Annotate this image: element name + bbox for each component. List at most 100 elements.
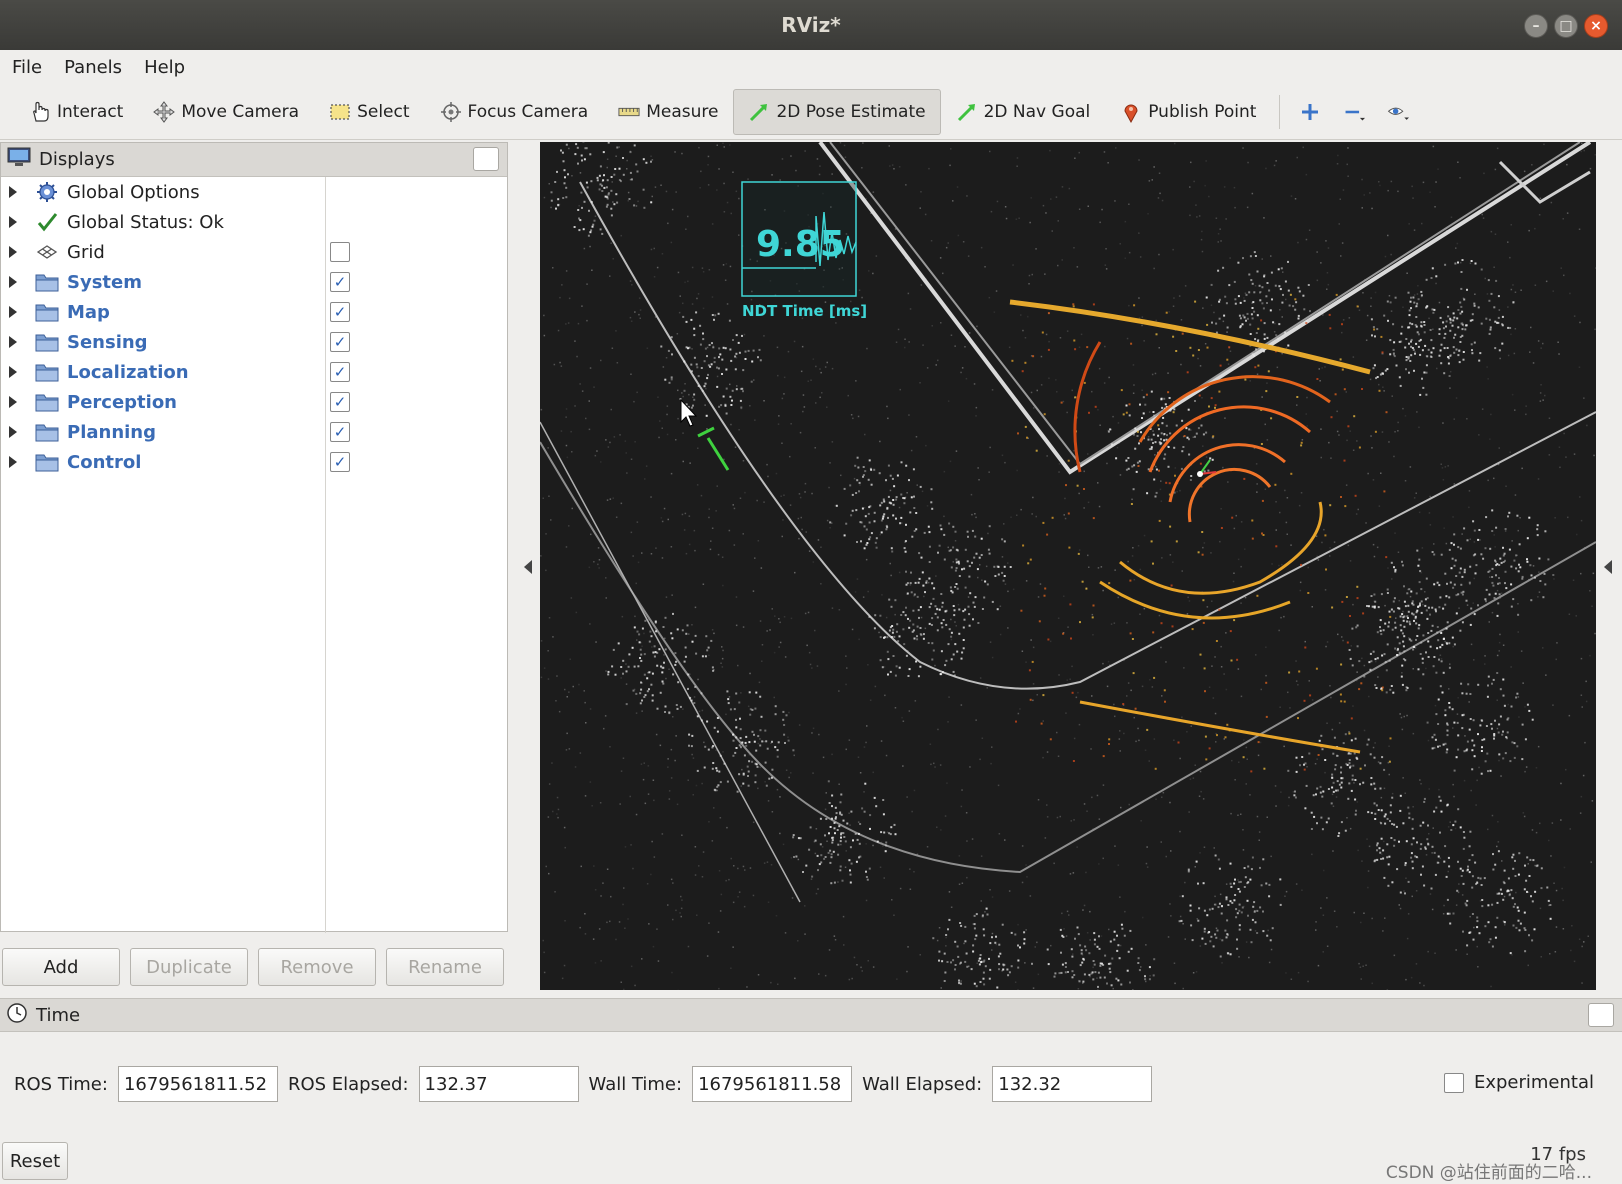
publish-point-tool[interactable]: Publish Point (1105, 89, 1271, 135)
ndt-value: 9.85 (756, 224, 845, 265)
pose-estimate-tool[interactable]: 2D Pose Estimate (733, 88, 941, 135)
gear-icon (35, 181, 59, 203)
enable-checkbox[interactable]: ✓ (330, 272, 350, 292)
pose-estimate-label: 2D Pose Estimate (776, 101, 926, 122)
measure-tool[interactable]: Measure (603, 89, 733, 135)
expand-arrow-icon[interactable] (9, 336, 17, 348)
enable-checkbox[interactable]: ✓ (330, 302, 350, 322)
wall-elapsed-field[interactable]: 132.32 (992, 1066, 1153, 1102)
grid-icon (35, 241, 59, 263)
display-item-label: Control (67, 451, 142, 473)
nav-goal-label: 2D Nav Goal (983, 101, 1091, 122)
expand-arrow-icon[interactable] (9, 396, 17, 408)
rename-button[interactable]: Rename (386, 948, 504, 986)
displays-header: Displays (1, 143, 507, 177)
ndt-label: NDT Time [ms] (742, 302, 867, 320)
display-item-global-status-ok[interactable]: Global Status: Ok (1, 207, 507, 237)
time-float-button[interactable] (1588, 1003, 1614, 1027)
wall-time-field[interactable]: 1679561811.58 (692, 1066, 853, 1102)
select-tool[interactable]: Select (314, 89, 424, 135)
display-item-global-options[interactable]: Global Options (1, 177, 507, 207)
add-button[interactable]: Add (2, 948, 120, 986)
display-item-label: Planning (67, 421, 157, 443)
experimental-label: Experimental (1473, 1072, 1594, 1093)
display-item-planning[interactable]: Planning ✓ (1, 417, 507, 447)
display-item-system[interactable]: System ✓ (1, 267, 507, 297)
minimize-button[interactable]: – (1524, 14, 1548, 38)
focus-camera-icon (440, 101, 462, 123)
close-button[interactable]: × (1584, 14, 1608, 38)
ros-elapsed-label: ROS Elapsed: (287, 1073, 409, 1095)
display-item-sensing[interactable]: Sensing ✓ (1, 327, 507, 357)
move-camera-icon (153, 100, 176, 123)
folder-icon (35, 331, 59, 353)
folder-icon (35, 421, 59, 443)
interact-label: Interact (57, 101, 124, 122)
enable-checkbox[interactable]: ✓ (330, 392, 350, 412)
maximize-button[interactable]: □ (1554, 14, 1578, 38)
folder-icon (35, 451, 59, 473)
displays-title: Displays (39, 149, 115, 170)
add-tool-button[interactable] (1288, 89, 1332, 135)
folder-icon (35, 301, 59, 323)
expand-arrow-icon[interactable] (9, 276, 17, 288)
interact-tool[interactable]: Interact (14, 89, 138, 135)
remove-button[interactable]: Remove (258, 948, 376, 986)
enable-checkbox[interactable]: ✓ (330, 332, 350, 352)
enable-checkbox[interactable] (330, 242, 350, 262)
focus-camera-tool[interactable]: Focus Camera (425, 89, 604, 135)
green-arrow-icon (956, 101, 978, 123)
enable-checkbox[interactable]: ✓ (330, 452, 350, 472)
window-controls: – □ × (1524, 14, 1608, 38)
window-title: RViz* (781, 13, 841, 37)
toolbar: Interact Move Camera Select Focus Camera… (0, 84, 1622, 140)
eye-icon (1387, 101, 1410, 123)
expand-arrow-icon[interactable] (9, 216, 17, 228)
select-label: Select (357, 101, 410, 122)
expand-arrow-icon[interactable] (9, 366, 17, 378)
display-item-localization[interactable]: Localization ✓ (1, 357, 507, 387)
view-options-button[interactable] (1376, 89, 1420, 135)
display-item-perception[interactable]: Perception ✓ (1, 387, 507, 417)
collapse-right-arrow[interactable] (1604, 560, 1612, 574)
experimental-toggle[interactable]: Experimental (1443, 1072, 1594, 1093)
menu-help[interactable]: Help (144, 57, 185, 78)
nav-goal-tool[interactable]: 2D Nav Goal (941, 89, 1106, 135)
expand-arrow-icon[interactable] (9, 456, 17, 468)
expand-arrow-icon[interactable] (9, 186, 17, 198)
display-item-control[interactable]: Control ✓ (1, 447, 507, 477)
menu-panels[interactable]: Panels (64, 57, 122, 78)
duplicate-button[interactable]: Duplicate (130, 948, 248, 986)
ros-time-field[interactable]: 1679561811.52 (117, 1066, 278, 1102)
display-item-label: Map (67, 301, 110, 323)
expand-arrow-icon[interactable] (9, 426, 17, 438)
collapse-left-arrow[interactable] (524, 560, 532, 574)
watermark: CSDN @站住前面的二哈... (1385, 1163, 1592, 1183)
render-viewport[interactable]: 9.85 NDT Time [ms] (540, 142, 1596, 990)
time-panel: Time ROS Time: 1679561811.52 ROS Elapsed… (0, 998, 1622, 1184)
ruler-icon (618, 101, 640, 123)
display-item-label: Grid (67, 241, 105, 263)
point-cloud-scene[interactable]: 9.85 NDT Time [ms] (540, 142, 1596, 990)
move-camera-tool[interactable]: Move Camera (138, 89, 314, 135)
enable-checkbox[interactable]: ✓ (330, 362, 350, 382)
experimental-checkbox[interactable] (1443, 1072, 1464, 1093)
reset-button[interactable]: Reset (2, 1142, 68, 1180)
menu-file[interactable]: File (12, 57, 42, 78)
hand-icon (29, 101, 51, 123)
ros-elapsed-field[interactable]: 132.37 (418, 1066, 579, 1102)
expand-arrow-icon[interactable] (9, 306, 17, 318)
display-item-map[interactable]: Map ✓ (1, 297, 507, 327)
display-item-grid[interactable]: Grid (1, 237, 507, 267)
displays-buttons: Add Duplicate Remove Rename (0, 948, 508, 988)
time-title: Time (36, 1004, 81, 1026)
time-fields: ROS Time: 1679561811.52 ROS Elapsed: 132… (14, 1066, 1162, 1102)
expand-arrow-icon[interactable] (9, 246, 17, 258)
displays-float-button[interactable] (473, 147, 499, 171)
wall-time-label: Wall Time: (588, 1073, 683, 1095)
enable-checkbox[interactable]: ✓ (330, 422, 350, 442)
titlebar: RViz* – □ × (0, 0, 1622, 50)
select-icon (329, 101, 351, 123)
focus-camera-label: Focus Camera (467, 101, 589, 122)
remove-tool-button[interactable] (1332, 89, 1376, 135)
